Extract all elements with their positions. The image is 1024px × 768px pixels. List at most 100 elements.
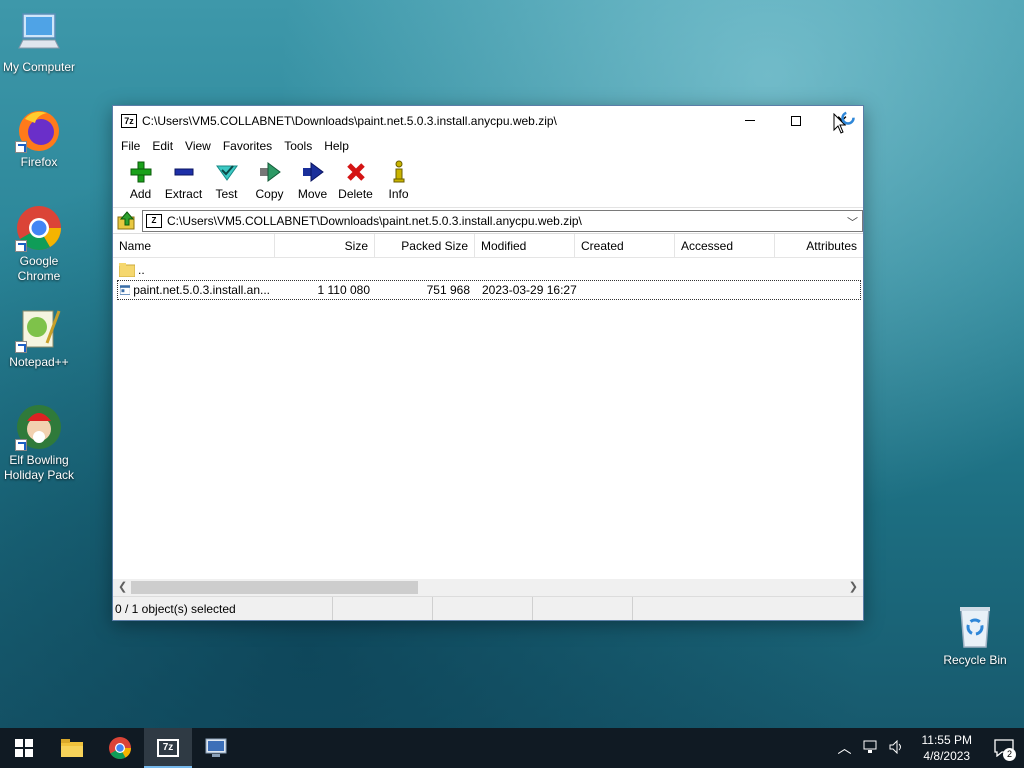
taskbar-file-explorer[interactable] <box>48 728 96 768</box>
toolbar: Add Extract Test Copy Move Delete Info <box>113 156 863 208</box>
folder-icon <box>61 739 83 757</box>
copy-button[interactable]: Copy <box>248 156 291 206</box>
volume-icon[interactable] <box>884 739 910 757</box>
menu-edit[interactable]: Edit <box>146 139 179 153</box>
firefox-icon <box>15 105 63 153</box>
maximize-icon <box>791 115 801 126</box>
info-button[interactable]: Info <box>377 156 420 206</box>
desktop-icon-my-computer[interactable]: My Computer <box>0 10 78 75</box>
menu-view[interactable]: View <box>179 139 217 153</box>
x-icon <box>344 160 368 184</box>
zip-archive-icon: Z <box>146 213 162 228</box>
test-button[interactable]: Test <box>205 156 248 206</box>
clock[interactable]: 11:55 PM 4/8/2023 <box>910 732 984 764</box>
scroll-left-icon[interactable]: ❮ <box>118 580 127 593</box>
menu-bar: File Edit View Favorites Tools Help <box>113 135 863 156</box>
elf-bowling-icon <box>15 403 63 451</box>
row-modified: 2023-03-29 16:27 <box>482 283 577 297</box>
desktop-icon-label: Firefox <box>20 155 58 169</box>
plus-icon <box>129 160 153 184</box>
menu-help[interactable]: Help <box>318 139 355 153</box>
clock-date: 4/8/2023 <box>923 749 971 763</box>
desktop-icon-label: Elf Bowling Holiday Pack <box>3 453 75 482</box>
notepad-plus-plus-icon <box>15 305 63 353</box>
maximize-button[interactable] <box>773 106 819 135</box>
scroll-right-icon[interactable]: ❯ <box>849 580 858 593</box>
column-size[interactable]: Size <box>275 234 375 257</box>
desktop-icon-recycle-bin[interactable]: Recycle Bin <box>936 603 1014 668</box>
move-button[interactable]: Move <box>291 156 334 206</box>
computer-icon <box>15 10 63 58</box>
column-accessed[interactable]: Accessed <box>675 234 775 257</box>
notification-badge: 2 <box>1003 748 1016 761</box>
column-header: Name Size Packed Size Modified Created A… <box>113 234 863 258</box>
status-segment <box>333 597 433 620</box>
column-attributes[interactable]: Attributes <box>775 234 863 257</box>
status-segment <box>533 597 633 620</box>
folder-up-button[interactable] <box>116 210 138 232</box>
shortcut-arrow-icon <box>15 240 27 252</box>
desktop-icon-google-chrome[interactable]: Google Chrome <box>0 204 78 284</box>
add-label: Add <box>129 187 152 201</box>
status-text: 0 / 1 object(s) selected <box>113 597 333 620</box>
desktop-icon-label: Recycle Bin <box>943 653 1007 667</box>
delete-label: Delete <box>338 187 373 201</box>
column-packed-size[interactable]: Packed Size <box>375 234 475 257</box>
move-label: Move <box>297 187 328 201</box>
7zip-window: 7z C:\Users\VM5.COLLABNET\Downloads\pain… <box>112 105 864 621</box>
desktop-icon-label: Google Chrome <box>17 254 61 283</box>
taskbar-7zip[interactable]: 7z <box>144 728 192 768</box>
taskbar-remote-app[interactable] <box>192 728 240 768</box>
network-icon[interactable] <box>858 740 884 757</box>
desktop-icon-label: Notepad++ <box>9 355 69 369</box>
info-icon <box>387 160 411 184</box>
extract-label: Extract <box>164 187 203 201</box>
desktop-icon-label: My Computer <box>2 60 76 74</box>
minus-icon <box>172 160 196 184</box>
menu-tools[interactable]: Tools <box>278 139 318 153</box>
system-tray: ︿ 11:55 PM 4/8/2023 2 <box>832 728 1024 768</box>
menu-favorites[interactable]: Favorites <box>217 139 278 153</box>
title-bar[interactable]: 7z C:\Users\VM5.COLLABNET\Downloads\pain… <box>113 106 863 135</box>
chevron-up-icon[interactable]: ︿ <box>832 738 858 758</box>
list-item[interactable]: .. <box>113 260 863 280</box>
extract-button[interactable]: Extract <box>162 156 205 206</box>
menu-file[interactable]: File <box>115 139 146 153</box>
start-button[interactable] <box>0 728 48 768</box>
add-button[interactable]: Add <box>119 156 162 206</box>
horizontal-scrollbar[interactable]: ❮ ❯ <box>113 579 863 596</box>
desktop-icon-firefox[interactable]: Firefox <box>0 105 78 170</box>
7zip-app-icon: 7z <box>157 739 179 757</box>
row-size: 1 110 080 <box>317 283 371 297</box>
folder-icon <box>119 263 135 277</box>
address-bar: Z C:\Users\VM5.COLLABNET\Downloads\paint… <box>113 208 863 234</box>
column-modified[interactable]: Modified <box>475 234 575 257</box>
clock-time: 11:55 PM <box>921 733 972 747</box>
test-label: Test <box>215 187 238 201</box>
address-field[interactable]: Z C:\Users\VM5.COLLABNET\Downloads\paint… <box>142 209 863 232</box>
desktop-icon-elf-bowling[interactable]: Elf Bowling Holiday Pack <box>0 403 78 483</box>
copy-label: Copy <box>255 187 284 201</box>
monitor-app-icon <box>205 738 227 757</box>
taskbar-chrome[interactable] <box>96 728 144 768</box>
shortcut-arrow-icon <box>15 341 27 353</box>
column-created[interactable]: Created <box>575 234 675 257</box>
minimize-icon <box>745 120 755 121</box>
shortcut-arrow-icon <box>15 439 27 451</box>
table-row[interactable]: paint.net.5.0.3.install.an... 1 110 080 … <box>117 280 861 300</box>
chrome-icon <box>109 737 131 759</box>
minimize-button[interactable] <box>727 106 773 135</box>
column-name[interactable]: Name <box>113 234 275 257</box>
desktop-icon-notepad-plus-plus[interactable]: Notepad++ <box>0 305 78 370</box>
scrollbar-thumb[interactable] <box>131 581 418 594</box>
arrow-right-icon <box>301 160 325 184</box>
delete-button[interactable]: Delete <box>334 156 377 206</box>
info-label: Info <box>388 187 409 201</box>
address-path: C:\Users\VM5.COLLABNET\Downloads\paint.n… <box>167 213 582 228</box>
windows-logo-icon <box>15 739 33 757</box>
chevron-down-icon[interactable]: ﹀ <box>847 214 858 230</box>
file-list: Name Size Packed Size Modified Created A… <box>113 234 863 579</box>
recycle-bin-icon <box>951 603 999 651</box>
check-arrow-icon <box>215 160 239 184</box>
notification-button[interactable]: 2 <box>984 728 1024 768</box>
